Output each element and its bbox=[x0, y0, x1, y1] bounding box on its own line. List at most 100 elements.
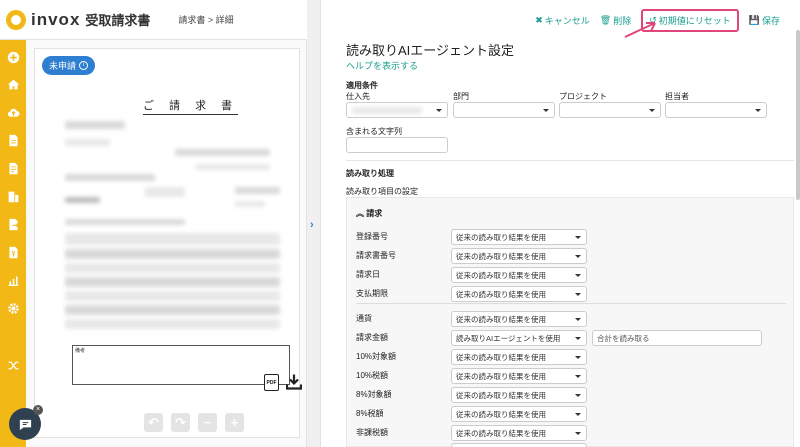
zoom-in-button[interactable]: + bbox=[225, 413, 244, 432]
memo-label: 備考 bbox=[75, 348, 86, 354]
download-icon[interactable] bbox=[285, 373, 303, 390]
breadcrumb: 請求書 > 詳細 bbox=[178, 15, 234, 25]
items-heading: 読み取り項目の設定 bbox=[346, 187, 418, 196]
close-icon: ✖ bbox=[535, 15, 543, 25]
status-badge-label: 未申請 bbox=[49, 61, 77, 71]
blurred-table-row bbox=[65, 291, 280, 301]
contains-label: 含まれる文字列 bbox=[346, 127, 402, 136]
row-label: 登録番号 bbox=[356, 232, 388, 241]
row-label: 非課税額 bbox=[356, 428, 388, 437]
trash-icon: 🗑 bbox=[599, 15, 612, 25]
row-select[interactable]: 従来の読み取り結果を使用 bbox=[451, 387, 587, 403]
blurred-table-row bbox=[65, 305, 280, 315]
logo-text: invox bbox=[31, 9, 81, 29]
info-icon[interactable]: i bbox=[79, 61, 89, 70]
blurred-table-header bbox=[65, 233, 280, 245]
invoice-preview[interactable]: 未申請 i ご 請 求 書 備考 bbox=[34, 48, 300, 438]
chevron-right-icon[interactable]: › bbox=[310, 219, 314, 231]
row-label: 請求日 bbox=[356, 270, 380, 279]
rotate-left-button[interactable]: ↶ bbox=[144, 413, 163, 432]
chat-close-icon[interactable]: × bbox=[33, 405, 43, 415]
row-select[interactable]: 従来の読み取り結果を使用 bbox=[451, 248, 587, 264]
row-select[interactable]: 従来の読み取り結果を使用 bbox=[451, 267, 587, 283]
app-root: invox 受取請求書 請求書 > 詳細 未申請 i ご 請 求 書 備考 ↶ … bbox=[0, 0, 800, 447]
panel-splitter[interactable]: › bbox=[307, 0, 321, 447]
logo-subtitle: 受取請求書 bbox=[85, 13, 151, 28]
memo-box: 備考 bbox=[72, 345, 290, 385]
total-read-input[interactable]: 合計を読み取る bbox=[592, 330, 762, 346]
blurred-text bbox=[235, 187, 280, 194]
home-icon[interactable] bbox=[5, 76, 21, 92]
blurred-table-row bbox=[65, 263, 280, 273]
document-list-icon[interactable] bbox=[5, 160, 21, 176]
building-icon[interactable] bbox=[5, 188, 21, 204]
row-select[interactable]: 従来の読み取り結果を使用 bbox=[451, 229, 587, 245]
cloud-upload-icon[interactable] bbox=[5, 104, 21, 120]
document-icon[interactable] bbox=[5, 132, 21, 148]
row-select[interactable]: 従来の読み取り結果を使用 bbox=[451, 349, 587, 365]
blurred-text bbox=[352, 107, 422, 114]
row-label: 10%税額 bbox=[356, 371, 389, 380]
blurred-text bbox=[65, 121, 125, 129]
row-select[interactable]: 従来の読み取り結果を使用 bbox=[451, 286, 587, 302]
blurred-text bbox=[235, 201, 265, 207]
plus-circle-icon[interactable] bbox=[5, 49, 21, 65]
logo-icon bbox=[6, 9, 26, 30]
invoice-title: ご 請 求 書 bbox=[143, 97, 239, 115]
help-link[interactable]: ヘルプを表示する bbox=[346, 59, 418, 72]
blurred-text bbox=[65, 174, 155, 181]
row-select[interactable] bbox=[451, 443, 587, 447]
chevron-up-icon: ︽ bbox=[356, 209, 364, 218]
cancel-button[interactable]: ✖ キャンセル bbox=[535, 14, 590, 27]
pdf-icon[interactable]: PDF bbox=[264, 374, 279, 391]
page-title: 読み取りAIエージェント設定 bbox=[346, 43, 515, 58]
row-select[interactable]: 読み取りAIエージェントを使用 bbox=[451, 330, 587, 346]
row-label: 請求書番号 bbox=[356, 251, 396, 260]
assignee-label: 担当者 bbox=[665, 92, 689, 101]
row-label: 通貨 bbox=[356, 314, 372, 323]
blurred-table-row bbox=[65, 249, 280, 259]
status-badge: 未申請 i bbox=[42, 56, 96, 75]
assignee-select[interactable] bbox=[665, 102, 767, 118]
conditions-heading: 適用条件 bbox=[346, 81, 378, 90]
blurred-text bbox=[65, 219, 185, 225]
row-divider bbox=[356, 303, 786, 304]
scrollbar[interactable] bbox=[796, 30, 800, 200]
save-button[interactable]: 💾 保存 bbox=[749, 14, 780, 27]
read-items-box: ︽ 請求 登録番号 従来の読み取り結果を使用 請求書番号 従来の読み取り結果を使… bbox=[346, 197, 794, 447]
department-select[interactable] bbox=[453, 102, 555, 118]
row-label: 8%税額 bbox=[356, 409, 384, 418]
row-label: 8%対象額 bbox=[356, 390, 392, 399]
top-header: invox 受取請求書 請求書 > 詳細 bbox=[0, 0, 307, 40]
row-select[interactable]: 従来の読み取り結果を使用 bbox=[451, 425, 587, 441]
project-select[interactable] bbox=[559, 102, 661, 118]
section-divider bbox=[346, 160, 794, 161]
shuffle-icon[interactable] bbox=[5, 357, 21, 373]
annotation-arrow-icon bbox=[624, 22, 656, 38]
blurred-text bbox=[175, 149, 270, 156]
row-label: 支払期限 bbox=[356, 289, 388, 298]
group-label: 請求 bbox=[366, 209, 383, 218]
cancel-label: キャンセル bbox=[544, 16, 590, 26]
blurred-table-row bbox=[65, 277, 280, 287]
contains-input[interactable] bbox=[346, 137, 448, 153]
gear-icon[interactable] bbox=[5, 300, 21, 316]
row-select[interactable]: 従来の読み取り結果を使用 bbox=[451, 311, 587, 327]
save-label: 保存 bbox=[761, 16, 780, 26]
supplier-label: 仕入先 bbox=[346, 92, 370, 101]
blurred-table-row bbox=[65, 319, 280, 329]
chat-icon bbox=[19, 419, 31, 430]
zoom-out-button[interactable]: − bbox=[198, 413, 217, 432]
blurred-text bbox=[195, 164, 270, 170]
row-select[interactable]: 従来の読み取り結果を使用 bbox=[451, 368, 587, 384]
analytics-icon[interactable] bbox=[5, 272, 21, 288]
settings-panel: ✖ キャンセル 🗑 削除 ↺ 初期値にリセット 💾 保存 読み取りAIエージェン… bbox=[321, 0, 800, 447]
group-heading[interactable]: ︽ 請求 bbox=[356, 208, 382, 219]
reset-label: 初期値にリセット bbox=[658, 16, 731, 26]
document-export-icon[interactable] bbox=[5, 216, 21, 232]
row-select[interactable]: 従来の読み取り結果を使用 bbox=[451, 406, 587, 422]
logo[interactable]: invox 受取請求書 bbox=[6, 9, 151, 30]
rotate-right-button[interactable]: ↷ bbox=[171, 413, 190, 432]
document-yen-icon[interactable] bbox=[5, 244, 21, 260]
supplier-select[interactable] bbox=[346, 102, 448, 118]
